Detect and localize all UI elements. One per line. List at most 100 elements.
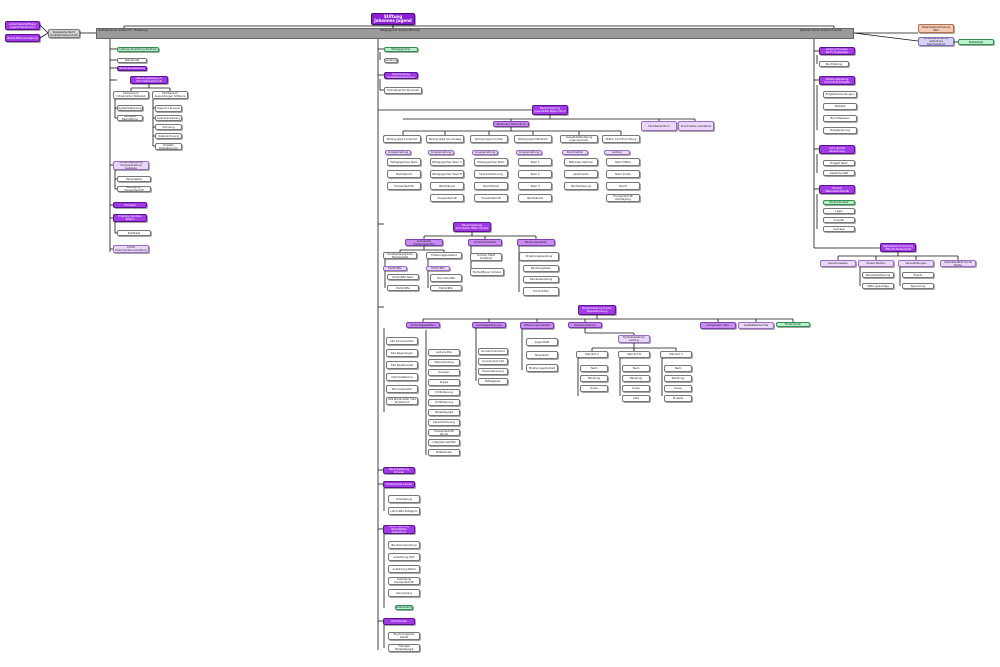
central-purchasing-node[interactable]: Zentraleinkauf [823,200,855,205]
controlling-item[interactable]: Berichtswesen [823,115,857,122]
region-a-col-item[interactable]: Nachtdienst [387,170,421,178]
region-a-col-item[interactable]: Team 1 [518,158,552,166]
sponsoring-node[interactable]: Sponsoring [902,283,934,289]
storage-node[interactable]: Lager [823,208,855,214]
family-site-head[interactable]: Standort C [660,351,692,358]
region-b-head-node[interactable]: Bereichsleitung Ambulante Hilfen Familie [453,222,491,232]
family-site-item[interactable]: Beratung [664,375,692,382]
region-b-s1a-node[interactable]: Sozialpädagogische Familienhilfe [383,252,417,259]
kita-staff-item[interactable]: U3 Betreuung [428,389,460,396]
right-staff-node[interactable]: Stabsstelle [958,39,994,45]
region-b-s1b-node[interactable]: Erziehungsbeistand [426,252,462,259]
kita-staff-item[interactable]: Stellvertretung [428,359,460,366]
controlling-node[interactable]: Abteilungsleitung Controlling Entgelte [819,76,855,85]
supervisory-board-node[interactable]: Aufsichtsrat Stiftung Jugend Kuratorium [5,21,40,30]
kita-item[interactable]: Kita Spatzennest [386,361,418,369]
therapy-node[interactable]: Therapie Heilpädagogik [388,644,420,652]
advisory-board-node[interactable]: Beirat Elternvertretung [5,34,40,42]
child-protection-node[interactable]: Fachdienst Kinderschutz [384,87,422,94]
region-a-col-item[interactable]: Team Mütter [606,158,640,166]
press-node[interactable]: Presse Medien [858,260,894,267]
it-apps-projects-node[interactable]: Projekte Digitalisierung [155,143,182,150]
workshop-item[interactable]: Berufsvorbereitung [388,541,420,549]
fundraising-node[interactable]: Stabsstelle Fundraising Öffentlichkeitsa… [880,243,916,252]
region-a-col-item[interactable]: Team 3 [518,182,552,190]
region-a-col-head[interactable]: Wohngruppe Lindenhof [383,135,421,143]
admin-lead-node[interactable]: Leitung Verwaltung Zentrale [117,47,159,52]
it-apps-license-node[interactable]: Lizenzverwaltung [155,115,182,121]
foundation-apps-node[interactable]: Stiftungsanträge [862,283,894,289]
region-a-col-tag[interactable]: Gruppenleitung [472,150,498,155]
purchasing-node[interactable]: Einkauf Materialwirtschaft [819,185,855,194]
region-a-col-item[interactable]: Nachtdienst [518,194,552,202]
region-a-col-item[interactable]: Apartments [564,170,598,178]
youth-work-item[interactable]: Mobile Jugendarbeit [526,364,558,372]
facility-head-node[interactable]: Abteilungsleitung Hausverwaltung Gebäude [113,161,149,170]
controlling-item[interactable]: Statistik [823,103,857,110]
kita-staff-item[interactable]: Heilpädagogik [428,409,460,416]
region-a-col-item[interactable]: Hauswirtschaft [387,182,421,190]
fleet-node[interactable]: Fuhrpark [113,202,147,208]
workshop-item[interactable]: Ausbildung Metall [388,565,420,573]
region-c-c2-node[interactable]: Ganztagsbetreuung [472,322,506,328]
region-a-col-item[interactable]: Nacht [606,182,640,190]
region-a-sub-node[interactable]: Stationäre Hilfen Nord [493,121,529,127]
region-c-c1-node[interactable]: Kindertagesstätten [406,322,440,328]
region-b-s1b-tag[interactable]: Fachkräfte [426,266,450,271]
region-a-col-tag[interactable]: Koordination [562,150,588,155]
root-node[interactable]: Stiftung Johannes Jugend [371,13,415,25]
kita-staff-item[interactable]: Leitung Kita [428,349,460,356]
region-b-s1b-item[interactable]: Honorarkräfte [430,274,462,282]
family-site-item[interactable]: Kurse [664,385,692,392]
region-a-col-item[interactable]: Nachbetreuung [564,182,598,190]
region-b-s3-node[interactable]: Beratungsstellen [517,239,555,246]
workshops-head-node[interactable]: Bereichsleitung Werkstätten Ausbildung [383,525,415,534]
all-day-item[interactable]: Grundschule Nord [478,348,508,355]
special-school-node[interactable]: Förderschule Lernen [383,481,415,488]
it-apps-node[interactable]: Fachbereich Anwendungen Software [152,91,188,99]
school-lead-node[interactable]: Schulleitung [388,495,420,503]
family-site-item[interactable]: Team [580,365,608,372]
mailroom-node[interactable]: Poststelle [117,230,151,236]
kita-item[interactable]: Kita Pusteblume [386,373,418,381]
region-a-col-item[interactable]: Team 2 [518,170,552,178]
schools-head-node[interactable]: Bereichsleitung Schulen [383,467,415,474]
region-c-c6-node[interactable]: Qualitätszirkel Kita [738,322,774,329]
region-b-s3a1-node[interactable]: Beratungsteam [523,265,559,272]
region-a-col-item[interactable]: Hauswirtschaft [474,194,508,202]
region-a-col-item[interactable]: Hauswirtschaft [430,194,464,202]
region-a-col-tag[interactable]: Leitung [604,150,630,155]
kita-item[interactable]: Kita Regenbogen [386,349,418,357]
region-a-head-node[interactable]: Bereichsleitung Jugendhilfe Region Nord [532,105,568,115]
events-node[interactable]: Veranstaltungen [898,260,934,267]
region-b-s1a-tag[interactable]: Fachkräfte [383,266,407,271]
kita-staff-item[interactable]: Sprachförderung [428,419,460,426]
region-a-col-item[interactable]: Betreutes Wohnen [564,158,598,166]
youth-work-item[interactable]: Streetwork [526,351,558,359]
kita-item[interactable]: Kita Sonnenschein [386,337,418,345]
region-c-c4-node[interactable]: Familienzentrum [568,322,602,328]
family-site-item[interactable]: Beratung [622,375,650,382]
reception-node[interactable]: Empfang Zentrale Telefon [113,214,147,222]
controlling-item[interactable]: Budgetplanung [823,127,857,134]
staff-legal-node[interactable]: Stabsstelle Recht Qualität Datenschutz [48,29,80,38]
kita-staff-item[interactable]: Ü3 Betreuung [428,399,460,406]
archive-node[interactable]: Archiv Dokumentenverwaltung [113,245,149,253]
kita-staff-item[interactable]: Hauswirtschaft Küche [428,429,460,436]
region-c-c3-node[interactable]: Offene Jugendarbeit [520,322,554,329]
all-day-item[interactable]: Ferienbetreuung [478,368,508,375]
donations-node[interactable]: Spendenwesen [820,260,856,267]
region-a-col-item[interactable]: Pädagogisches Team B [430,170,464,178]
workshop-item[interactable]: Ausbildung Holz [388,553,420,561]
family-site-item[interactable]: Team [664,365,692,372]
kita-item[interactable]: Kita Marienkäfer Villa Kunterbunt [386,397,418,405]
region-b-s2b-node[interactable]: Fachkräfte an Schulen [470,268,504,276]
family-center-head-node[interactable]: Familienzentrum Leitung [618,335,650,343]
family-site-head[interactable]: Standort B [618,351,650,358]
workshop-item[interactable]: Ausbildung Hauswirtschaft [388,577,420,585]
it-apps-training-node[interactable]: Schulung [155,124,182,130]
region-b-s1a-item2[interactable]: Fachkräfte [387,285,419,291]
school-teachers-node[interactable]: Lehrkräfte Kollegium [388,507,420,515]
kita-staff-item[interactable]: Praktikanten [428,449,460,456]
kita-staff-item[interactable]: Krippe [428,379,460,386]
